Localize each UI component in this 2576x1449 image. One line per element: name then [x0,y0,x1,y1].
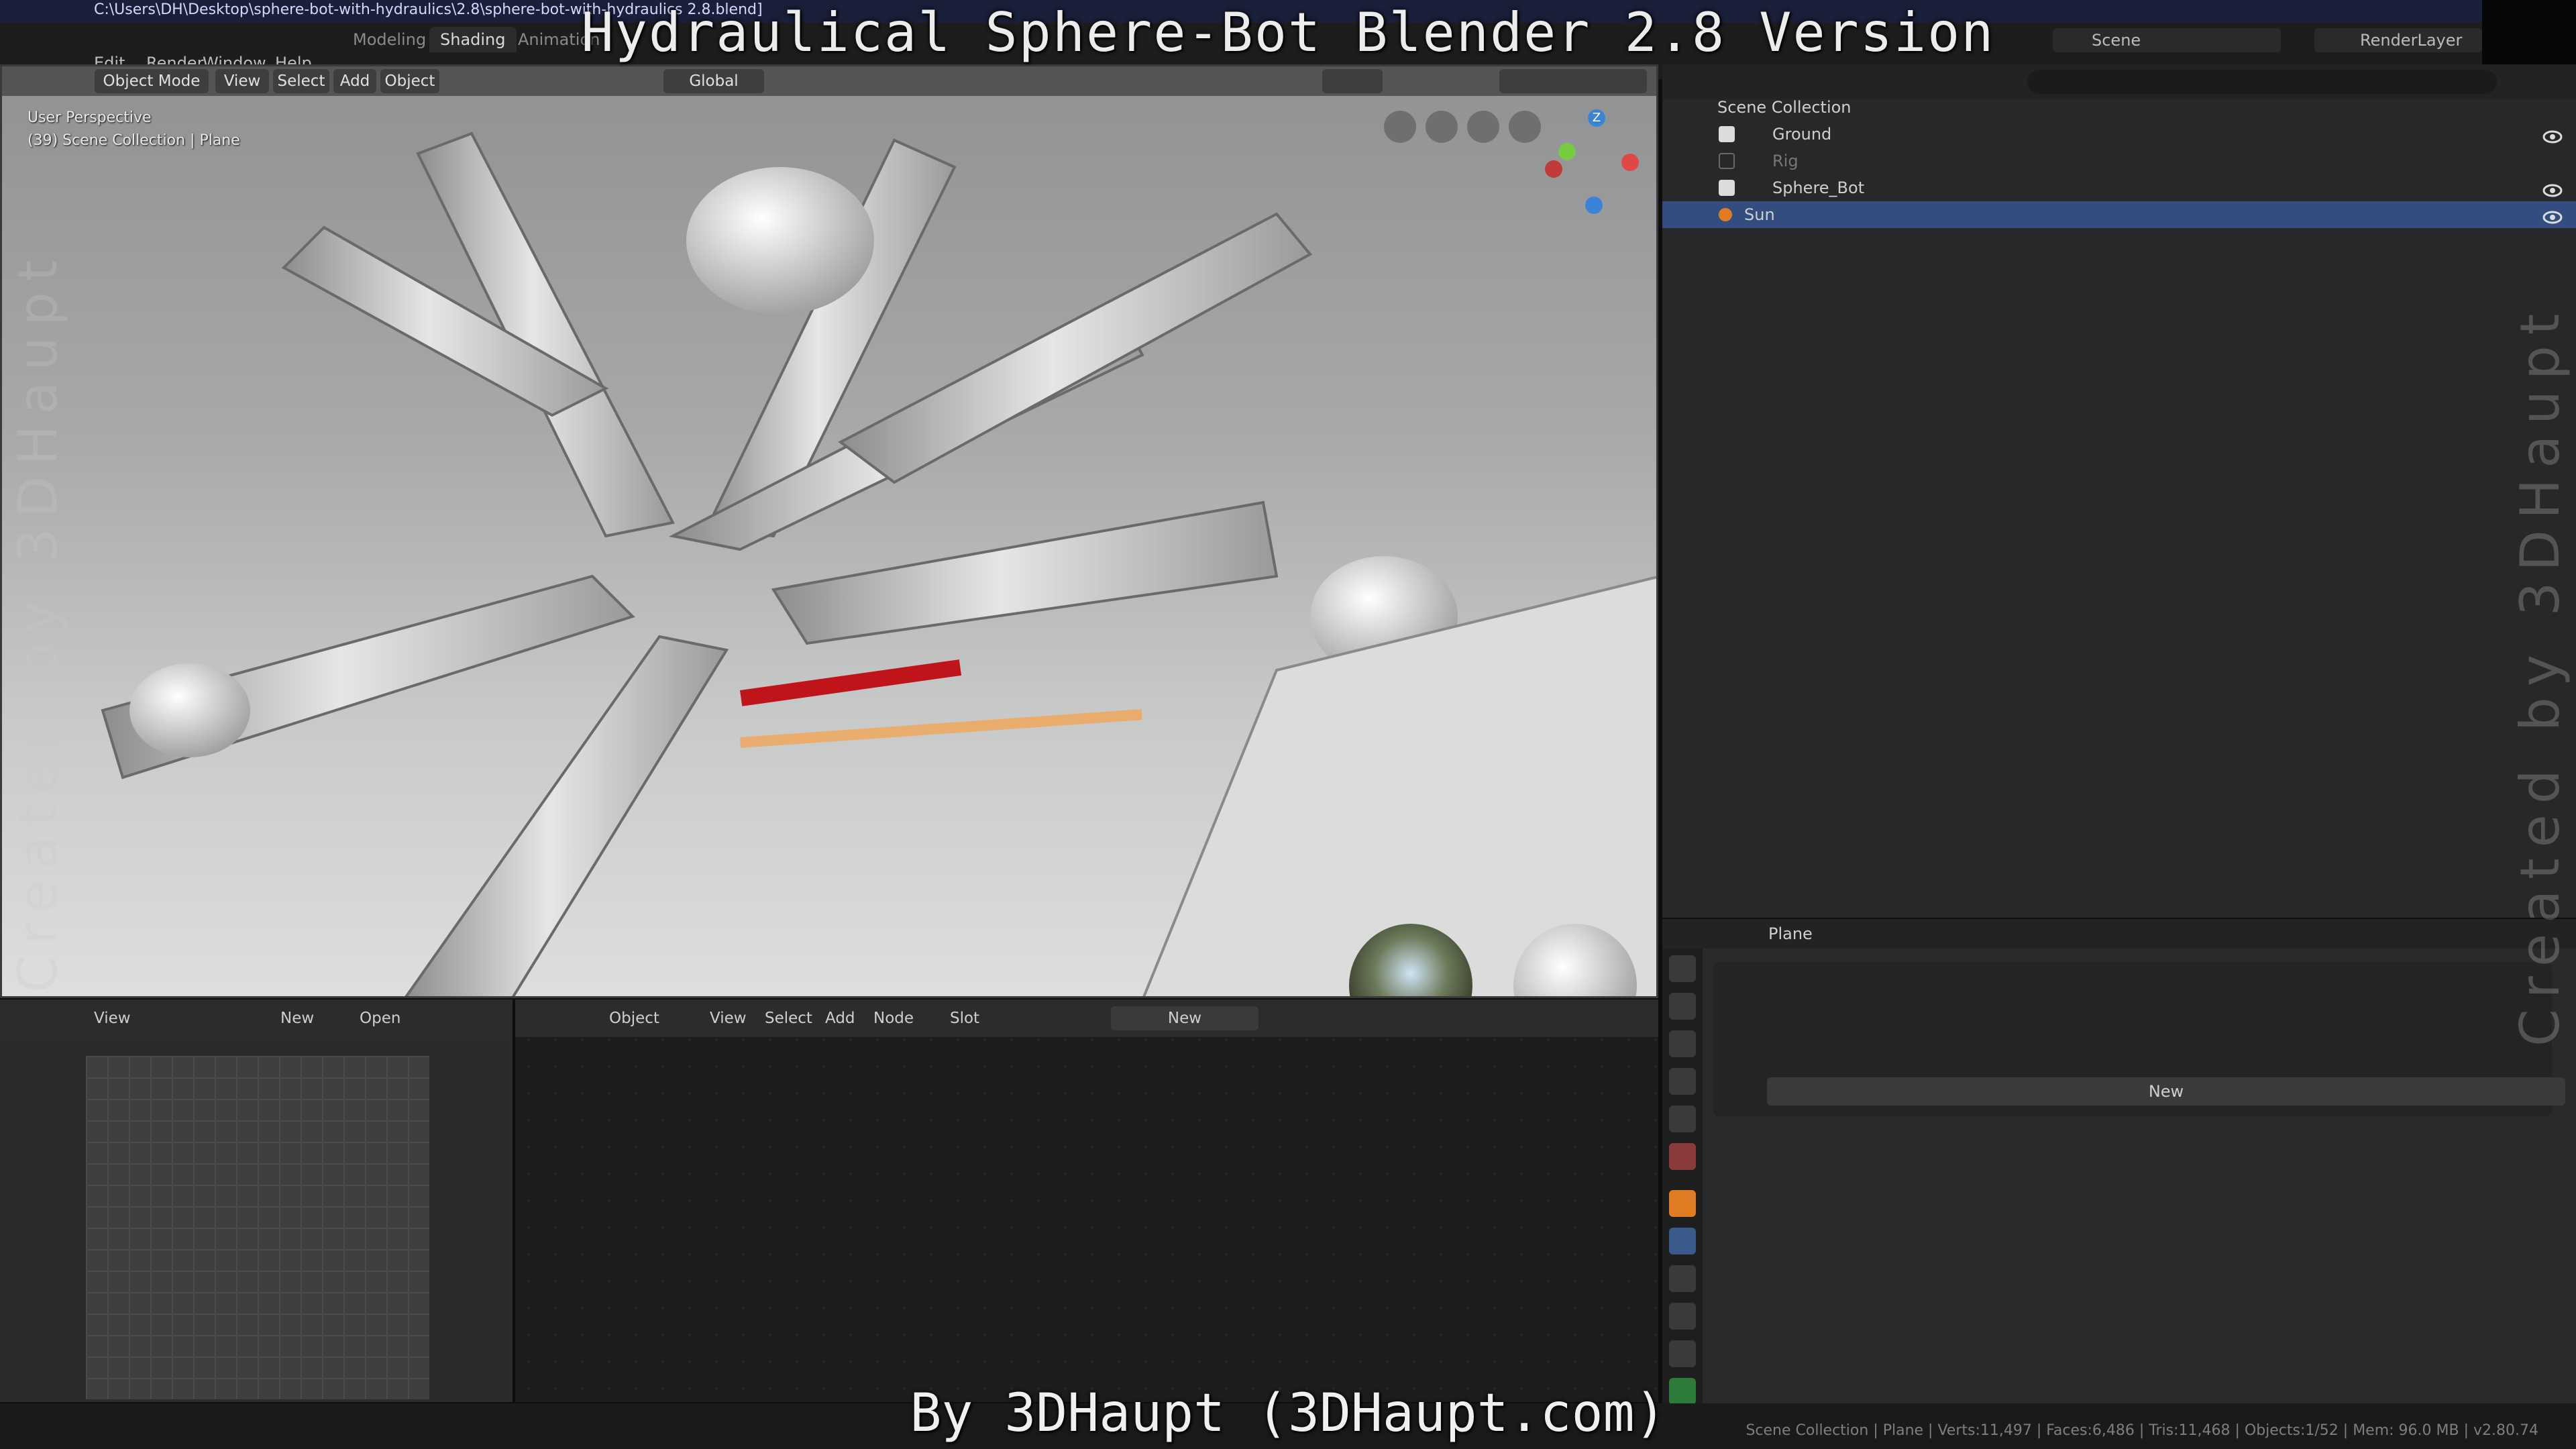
tool-tab-icon[interactable] [1669,955,1696,982]
physics-tab-icon[interactable] [1669,1303,1696,1330]
viewport-menu-select-label: Select [277,72,325,90]
output-tab-icon[interactable] [1669,1030,1696,1057]
node-menu-select[interactable]: Select [765,1006,812,1030]
node-menu-add[interactable]: Add [825,1006,855,1030]
image-canvas-grid[interactable] [86,1056,429,1399]
viewport-render [101,131,1656,996]
node-menu-node[interactable]: Node [873,1006,914,1030]
ground-label: Ground [1772,125,1832,144]
scene-selector[interactable]: Scene [2053,28,2281,52]
workspace-tab-animation[interactable]: Animation [507,27,610,52]
image-open-button[interactable]: Open [360,1006,400,1030]
outliner-search-input[interactable] [2027,70,2497,94]
object-tab-icon[interactable] [1669,1190,1696,1217]
viewport-menu-add[interactable]: Add [333,69,376,93]
camera-icon[interactable] [1426,111,1458,143]
outliner-item-sun[interactable]: Sun [1662,201,2576,228]
image-editor-header: View New Open [0,1000,513,1037]
node-new-label: New [1167,1010,1202,1027]
outliner-item-ground[interactable]: Ground [1662,121,2576,148]
viewport-menu-view[interactable]: View [215,69,269,93]
material-new-bar: New [1713,1077,2565,1106]
transform-orientation-dropdown[interactable]: Global [663,69,764,93]
window-title-path: C:\Users\DH\Desktop\sphere-bot-with-hydr… [94,1,763,18]
node-object-dropdown[interactable]: Object [609,1006,659,1030]
image-editor[interactable]: View New Open [0,1000,513,1402]
properties-header: Plane [1662,919,2576,949]
viewport-collection-label: (39) Scene Collection | Plane [28,132,240,149]
viewport-header: Object Mode View Select Add Object Globa… [2,66,1656,96]
render-layer-selector[interactable]: RenderLayer [2314,28,2482,52]
window-title-bar: C:\Users\DH\Desktop\sphere-bot-with-hydr… [0,0,2576,23]
render-tab-icon[interactable] [1669,993,1696,1020]
shader-node-editor[interactable]: Object View Select Add Node Slot New [515,1000,1658,1402]
pan-hand-icon[interactable] [1467,111,1499,143]
constraints-tab-icon[interactable] [1669,1340,1696,1367]
shading-mode-buttons[interactable] [1499,69,1647,93]
zoom-magnifier-icon[interactable] [1509,111,1541,143]
sphere-bot-label: Sphere_Bot [1772,178,1865,197]
video-credit-overlay: By 3DHaupt (3DHaupt.com) [910,1383,1666,1444]
sun-light-icon [1719,208,1732,221]
outliner-item-sphere-bot[interactable]: Sphere_Bot [1662,174,2576,201]
toggle-camera-view-icon[interactable] [1384,111,1416,143]
workspace-tab-modeling[interactable]: Modeling [342,27,437,52]
viewport-menu-view-label: View [223,72,261,90]
outliner-panel: Scene Collection Ground Rig Sphere_Bot S… [1662,64,2576,918]
viewport-menu-object[interactable]: Object [380,69,439,93]
navigation-gizmo[interactable]: Z [1538,107,1652,221]
viewport-visibility-icon[interactable] [1322,69,1383,93]
3d-viewport[interactable]: Object Mode View Select Add Object Globa… [0,64,1658,998]
modifier-tab-icon[interactable] [1669,1228,1696,1254]
node-new-material-button[interactable]: New [1111,1006,1258,1030]
image-new-button[interactable]: New [280,1006,314,1030]
eye-icon[interactable] [2542,126,2563,144]
new-material-button[interactable]: New [1767,1077,2565,1106]
new-material-label: New [2148,1082,2184,1101]
watermark-right: Created by 3DHaupt [2509,303,2571,1046]
sphere-bot-checkbox[interactable] [1719,180,1735,196]
axis-neg-z[interactable] [1585,197,1603,214]
node-slot-dropdown[interactable]: Slot [950,1006,979,1030]
robot-arms [101,131,1656,996]
axis-x[interactable] [1621,154,1639,171]
object-mode-dropdown[interactable]: Object Mode [95,69,209,93]
view-layer-tab-icon[interactable] [1669,1068,1696,1095]
scene-collection-label: Scene Collection [1717,98,1851,117]
viewport-menu-select[interactable]: Select [273,69,329,93]
watermark-left: Created by 3DHaupt [7,249,69,993]
node-editor-header: Object View Select Add Node Slot New [515,1000,1658,1037]
scene-name: Scene [2092,31,2141,50]
eye-icon[interactable] [2542,180,2563,197]
properties-panel: Plane New [1662,919,2576,1449]
eye-icon[interactable] [2542,207,2563,224]
viewport-perspective-label: User Perspective [28,109,152,126]
object-mode-label: Object Mode [103,72,201,90]
node-menu-view[interactable]: View [710,1006,747,1030]
render-layer-name: RenderLayer [2360,31,2463,50]
ground-checkbox[interactable] [1719,126,1735,142]
viewport-menu-object-label: Object [384,72,435,90]
world-tab-icon[interactable] [1669,1143,1696,1170]
axis-y[interactable] [1558,143,1576,160]
transform-orientation-label: Global [689,72,739,90]
outliner-item-rig[interactable]: Rig [1662,148,2576,174]
properties-tabs [1662,949,1703,1449]
rig-checkbox[interactable] [1719,153,1735,169]
axis-neg-x[interactable] [1545,160,1562,178]
rig-label: Rig [1772,152,1799,170]
image-view-menu[interactable]: View [94,1006,131,1030]
scene-tab-icon[interactable] [1669,1106,1696,1132]
particles-tab-icon[interactable] [1669,1265,1696,1292]
workspace-tab-shading[interactable]: Shading [429,27,517,52]
sun-label: Sun [1744,205,1775,224]
axis-z[interactable]: Z [1588,109,1605,127]
outliner-scene-collection[interactable]: Scene Collection [1662,94,2576,121]
properties-object-name: Plane [1768,924,1813,943]
viewport-menu-add-label: Add [339,72,370,90]
